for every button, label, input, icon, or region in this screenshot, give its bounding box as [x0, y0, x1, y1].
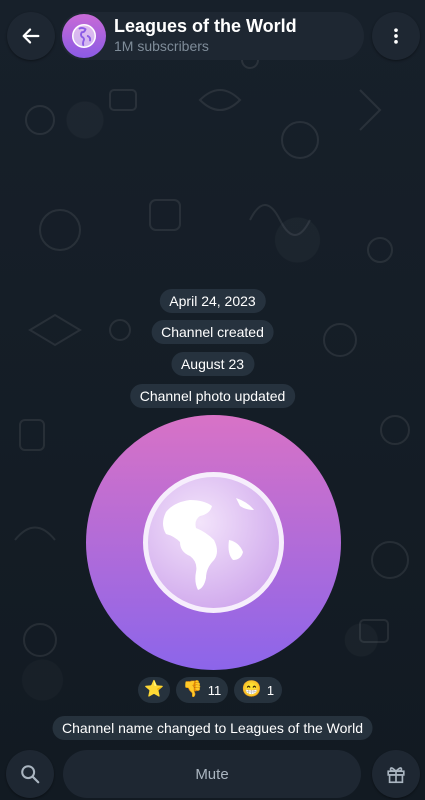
grin-icon: 😁	[241, 681, 262, 698]
date-separator: August 23	[170, 352, 255, 376]
top-bar: Leagues of the World 1M subscribers	[0, 0, 425, 72]
search-button[interactable]	[6, 750, 54, 798]
service-message: Channel created	[151, 320, 274, 344]
reaction-star[interactable]: ⭐	[138, 677, 170, 703]
star-icon: ⭐	[144, 681, 164, 698]
channel-title: Leagues of the World	[114, 16, 297, 36]
mute-button[interactable]: Mute	[63, 750, 361, 798]
bottom-bar: Mute	[0, 748, 425, 800]
thumbs-down-icon: 👎	[182, 681, 203, 698]
globe-icon	[72, 24, 96, 48]
arrow-left-icon	[22, 28, 40, 44]
service-message: Channel photo updated	[129, 384, 296, 408]
back-button[interactable]	[7, 12, 55, 60]
date-separator: April 24, 2023	[159, 289, 266, 313]
service-message: Channel name changed to Leagues of the W…	[52, 716, 373, 740]
more-vertical-icon	[394, 28, 398, 44]
more-options-button[interactable]	[372, 12, 420, 60]
search-icon	[21, 765, 40, 784]
reaction-count: 1	[266, 682, 275, 698]
reaction-thumbs-down[interactable]: 👎 11	[176, 677, 228, 703]
channel-avatar[interactable]	[62, 14, 106, 58]
channel-photo[interactable]	[86, 415, 341, 670]
globe-icon	[143, 472, 284, 613]
gift-button[interactable]	[372, 750, 420, 798]
reaction-count: 11	[207, 682, 222, 698]
gift-icon	[387, 767, 405, 784]
subscriber-count: 1M subscribers	[114, 38, 209, 54]
reaction-grin[interactable]: 😁 1	[234, 677, 282, 703]
